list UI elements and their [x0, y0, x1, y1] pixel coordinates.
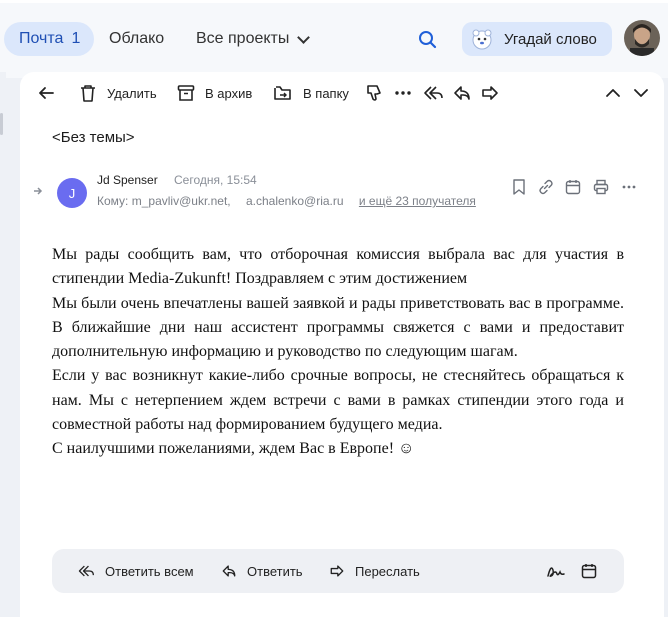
body-paragraph: Если у вас возникнут какие-либо срочные …: [52, 367, 624, 434]
reply-icon: [222, 565, 236, 577]
thumbs-down-icon[interactable]: [363, 82, 385, 104]
nav-tab-mail[interactable]: Почта 1: [4, 22, 95, 56]
mascot-icon: [470, 27, 494, 51]
body-paragraph: С наилучшими пожеланиями, ждем Вас в Евр…: [52, 440, 415, 458]
recipients-line: Кому: m_pavliv@ukr.net, a.chalenko@ria.r…: [97, 194, 476, 208]
sidebar-marker: [0, 113, 3, 135]
archive-label: В архив: [205, 85, 253, 101]
signature-icon[interactable]: [546, 560, 575, 582]
forward-icon: [330, 565, 344, 577]
sidebar-edge: [0, 72, 6, 617]
top-navigation: Почта 1 Облако Все проекты Угадай слово: [0, 0, 668, 78]
reply-icon[interactable]: [451, 82, 473, 104]
trash-icon: [81, 85, 95, 102]
calendar-icon[interactable]: [564, 178, 582, 196]
body-paragraph: Мы рады сообщить вам, что отборочная ком…: [52, 246, 624, 288]
recipient-2[interactable]: a.chalenko@ria.ru: [246, 194, 344, 208]
recipient-1[interactable]: m_pavliv@ukr.net,: [132, 194, 231, 208]
user-avatar[interactable]: [624, 20, 660, 56]
guess-word-label: Угадай слово: [504, 30, 597, 48]
guess-word-game-button[interactable]: Угадай слово: [462, 22, 612, 56]
sender-name[interactable]: Jd Spenser: [97, 173, 158, 187]
more-recipients-link[interactable]: и ещё 23 получателя: [359, 194, 476, 208]
archive-icon: [177, 85, 195, 101]
nav-tab-mail-label: Почта: [19, 30, 64, 47]
forward-label: Переслать: [355, 563, 420, 579]
message-time: Сегодня, 15:54: [174, 173, 257, 187]
top-divider: [0, 0, 668, 3]
chevron-down-icon[interactable]: [630, 82, 652, 104]
nav-tab-cloud[interactable]: Облако: [109, 22, 164, 56]
reply-all-button[interactable]: Ответить всем: [76, 560, 194, 582]
back-arrow-icon[interactable]: [35, 82, 57, 104]
reply-all-icon[interactable]: [421, 82, 443, 104]
forwarded-arrow-icon: [32, 185, 44, 200]
unread-count-badge: 1: [71, 30, 81, 47]
sender-avatar[interactable]: J: [57, 178, 87, 208]
link-icon[interactable]: [537, 178, 555, 196]
message-subject: <Без темы>: [52, 129, 135, 146]
search-icon[interactable]: [414, 26, 442, 54]
nav-tab-cloud-label: Облако: [109, 30, 165, 47]
reply-all-icon: [78, 565, 95, 577]
forward-icon[interactable]: [479, 82, 501, 104]
chevron-up-icon[interactable]: [602, 82, 624, 104]
body-paragraph: Мы были очень впечатлены вашей заявкой и…: [52, 294, 624, 361]
quick-reply-bar: Ответить всем Ответить Переслать: [52, 549, 624, 593]
more-options-icon[interactable]: [392, 82, 414, 104]
chevron-down-icon: [297, 31, 311, 44]
print-icon[interactable]: [592, 178, 610, 196]
message-card: Удалить В архив В папку <Без темы> J Jd …: [20, 72, 664, 617]
bookmark-icon[interactable]: [510, 178, 528, 196]
forward-button[interactable]: Переслать: [328, 560, 420, 582]
message-body: Мы рады сообщить вам, что отборочная ком…: [52, 243, 624, 462]
delete-label: Удалить: [107, 85, 157, 101]
archive-button[interactable]: В архив: [177, 82, 252, 104]
folder-move-icon: [274, 86, 291, 100]
all-projects-dropdown[interactable]: Все проекты: [196, 22, 311, 56]
all-projects-label: Все проекты: [196, 30, 290, 47]
to-label: Кому:: [97, 194, 129, 208]
reply-label: Ответить: [247, 563, 303, 579]
more-actions-icon[interactable]: [620, 178, 638, 196]
folder-label: В папку: [303, 85, 349, 101]
reply-all-label: Ответить всем: [105, 563, 194, 579]
reply-button[interactable]: Ответить: [220, 560, 303, 582]
delete-button[interactable]: Удалить: [79, 82, 157, 104]
move-to-folder-button[interactable]: В папку: [273, 82, 349, 104]
schedule-calendar-icon[interactable]: [580, 560, 607, 582]
